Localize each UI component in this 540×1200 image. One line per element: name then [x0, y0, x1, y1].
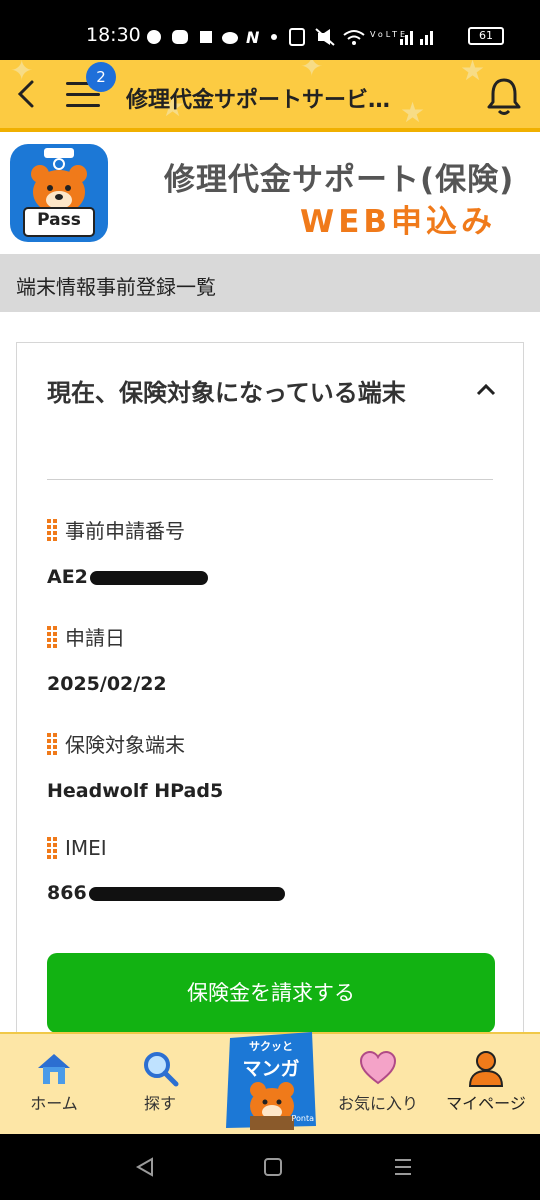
field-label: 事前申請番号: [65, 519, 185, 543]
banner-subtitle: WEB申込み: [300, 204, 496, 240]
field-imei: IMEI 866: [47, 836, 285, 904]
chevron-left-icon: [17, 80, 34, 108]
system-icon-row: VoLTE: [289, 28, 433, 46]
service-banner: Pass 修理代金サポート(保険) WEB申込み: [0, 136, 540, 254]
bullet-icon: [47, 732, 57, 755]
collapse-button[interactable]: [475, 379, 497, 401]
back-icon[interactable]: [135, 1157, 153, 1177]
nav-label: お気に入り: [337, 1094, 418, 1113]
nav-favorites[interactable]: お気に入り: [328, 1034, 428, 1136]
notification-button[interactable]: [484, 74, 524, 118]
n-icon: N: [246, 28, 265, 47]
bullet-icon: [47, 625, 57, 648]
signal-icon: [400, 39, 403, 45]
home-square-icon[interactable]: [264, 1158, 282, 1176]
dot-icon: [271, 34, 277, 40]
recents-icon[interactable]: [395, 1159, 411, 1175]
ponta-label: Ponta: [291, 1114, 314, 1123]
divider: [47, 479, 493, 480]
cloud-icon: [222, 32, 238, 44]
field-application-number: 事前申請番号 AE2: [47, 515, 208, 588]
nfc-icon: [289, 28, 305, 46]
nav-home[interactable]: ホーム: [4, 1034, 104, 1136]
pass-logo: Pass: [10, 144, 108, 242]
section-title: 端末情報事前登録一覧: [16, 275, 216, 299]
nav-label: ホーム: [30, 1094, 78, 1113]
app-header: ✦ ★ ✦ ★ ★ 2 修理代金サポートサービ…: [0, 60, 540, 132]
redaction-mark: [89, 570, 208, 585]
claim-insurance-button[interactable]: 保険金を請求する: [47, 953, 495, 1033]
manga-title: マンガ: [242, 1058, 300, 1080]
page-title: 修理代金サポートサービ…: [126, 88, 391, 113]
field-label: 保険対象端末: [65, 733, 185, 757]
battery-indicator: 61: [468, 27, 504, 45]
bell-icon: [487, 78, 521, 115]
wifi-icon: [343, 30, 365, 40]
android-nav-icons: [135, 1157, 411, 1177]
status-time: 18:30: [86, 24, 141, 46]
redaction-mark: [88, 886, 285, 901]
back-button[interactable]: [14, 78, 36, 118]
logo-text: Pass: [37, 210, 81, 230]
home-icon: [38, 1054, 70, 1084]
nav-search[interactable]: 探す: [110, 1034, 210, 1136]
nav-label: 探す: [143, 1094, 176, 1113]
status-bar: 18:30 N VoLTE 61: [0, 0, 540, 60]
bottom-nav: ホーム 探す サクッと マンガ Ponta お気に入り マイページ: [0, 1032, 540, 1134]
android-nav-bar: [0, 1134, 540, 1200]
chat-icon: [147, 30, 161, 44]
field-label: IMEI: [65, 836, 107, 860]
card-title: 現在、保険対象になっている端末: [47, 379, 406, 407]
nav-mypage[interactable]: マイページ: [436, 1034, 536, 1136]
field-value: AE2: [47, 566, 88, 588]
header-decoration: ✦: [300, 60, 324, 83]
section-header: 端末情報事前登録一覧: [0, 254, 540, 312]
device-card: 現在、保険対象になっている端末 事前申請番号 AE2 申請日 2025/02/2…: [16, 342, 524, 1042]
field-value: Headwolf HPad5: [47, 780, 224, 802]
heart-icon: [359, 1050, 397, 1085]
field-label: 申請日: [65, 626, 125, 650]
chevron-up-icon: [476, 383, 496, 396]
field-value: 866: [47, 882, 87, 904]
line-icon: [172, 30, 188, 44]
nav-label: マイページ: [446, 1094, 526, 1113]
field-value: 2025/02/22: [47, 673, 167, 695]
field-application-date: 申請日 2025/02/22: [47, 622, 167, 695]
search-icon: [144, 1052, 179, 1087]
manga-banner[interactable]: サクッと マンガ Ponta: [224, 1030, 318, 1132]
header-decoration: ★: [460, 60, 486, 87]
person-icon: [468, 1051, 504, 1087]
box-icon: [200, 31, 212, 43]
menu-badge: 2: [86, 62, 116, 92]
field-device: 保険対象端末 Headwolf HPad5: [47, 729, 223, 802]
system-icons: VoLTE: [288, 27, 448, 51]
bullet-icon: [47, 837, 57, 859]
banner-title: 修理代金サポート(保険): [164, 162, 515, 198]
manga-tagline: サクッと: [249, 1040, 293, 1053]
volte-icon: VoLTE: [370, 30, 408, 39]
bullet-icon: [47, 518, 57, 541]
